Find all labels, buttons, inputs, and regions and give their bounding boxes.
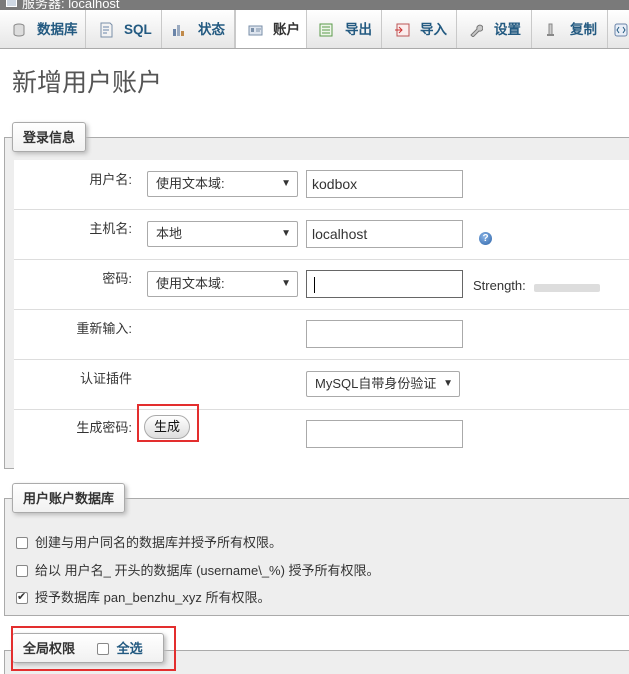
select-all-link[interactable]: 全选 [117, 641, 143, 656]
tab-export[interactable]: 导出 [307, 10, 382, 48]
option-label: 创建与用户同名的数据库并授予所有权限。 [35, 535, 283, 550]
user-database-fieldset: 创建与用户同名的数据库并授予所有权限。 给以 用户名_ 开头的数据库 (user… [4, 498, 629, 616]
retype-label: 重新输入: [76, 321, 132, 336]
username-input-value: kodbox [312, 176, 358, 192]
page-title: 新增用户账户 [12, 69, 163, 97]
auth-plugin-select-value: MySQL自带身份验证 [315, 376, 437, 391]
tab-sql[interactable]: SQL [86, 10, 162, 48]
tab-label: 复制 [570, 22, 597, 37]
code-icon [614, 23, 628, 37]
tab-label: SQL [124, 22, 152, 37]
tab-label: 导出 [345, 22, 372, 37]
export-icon [319, 23, 333, 37]
username-label: 用户名: [89, 172, 132, 187]
server-breadcrumb[interactable]: 服务器: localhost [22, 0, 120, 10]
tab-label: 数据库 [37, 22, 78, 37]
global-privileges-legend: 全局权限 全选 [12, 633, 164, 663]
tab-import[interactable]: 导入 [382, 10, 457, 48]
host-type-select[interactable]: 本地 ▼ [147, 221, 298, 247]
select-arrow-icon: ▼ [281, 178, 291, 189]
checkbox[interactable] [16, 537, 28, 549]
auth-plugin-label: 认证插件 [79, 371, 132, 386]
server-breadcrumb-bar: 服务器: localhost [0, 0, 629, 10]
create-database-option[interactable]: 创建与用户同名的数据库并授予所有权限。 [16, 532, 282, 551]
checkbox[interactable] [16, 565, 28, 577]
database-icon [13, 23, 25, 37]
tab-settings[interactable]: 设置 [457, 10, 532, 48]
server-icon [6, 0, 17, 7]
replication-icon [547, 23, 554, 36]
generated-password-input[interactable] [306, 420, 463, 448]
retype-password-input[interactable] [306, 320, 463, 348]
password-row: 密码: 使用文本域: ▼ Strength: [14, 260, 629, 310]
tab-more[interactable] [608, 10, 629, 48]
option-label: 给以 用户名_ 开头的数据库 (username\_%) 授予所有权限。 [35, 563, 380, 578]
option-label: 授予数据库 pan_benzhu_xyz 所有权限。 [35, 590, 271, 605]
generate-password-button[interactable]: 生成 [144, 415, 191, 439]
select-arrow-icon: ▼ [443, 378, 453, 389]
grant-database-option[interactable]: 授予数据库 pan_benzhu_xyz 所有权限。 [16, 587, 271, 606]
select-arrow-icon: ▼ [281, 228, 291, 239]
fieldset-bottom-spacer [14, 460, 629, 470]
tab-status[interactable]: 状态 [162, 10, 235, 48]
import-icon [395, 23, 410, 37]
host-input[interactable]: localhost [306, 220, 463, 248]
password-type-select-value: 使用文本域: [156, 276, 225, 291]
wrench-icon [470, 24, 483, 37]
username-type-select[interactable]: 使用文本域: ▼ [147, 171, 298, 197]
checkbox-checked[interactable] [16, 590, 28, 604]
select-all-checkbox[interactable] [96, 643, 109, 655]
tab-databases[interactable]: 数据库 [0, 10, 86, 48]
user-accounts-icon [248, 25, 263, 36]
retype-row: 重新输入: [14, 310, 629, 360]
generate-password-row: 生成密码: 生成 [14, 410, 629, 460]
main-tab-bar: 数据库 SQL 状态 账户 导出 导入 设置 复制 [0, 10, 629, 49]
login-information-legend: 登录信息 [12, 122, 87, 152]
wildcard-database-option[interactable]: 给以 用户名_ 开头的数据库 (username\_%) 授予所有权限。 [16, 560, 380, 579]
password-strength-label: Strength: [473, 278, 526, 293]
tab-replication[interactable]: 复制 [532, 10, 608, 48]
host-type-select-value: 本地 [156, 226, 183, 241]
password-label: 密码: [102, 271, 132, 286]
user-database-legend: 用户账户数据库 [12, 483, 126, 513]
global-privileges-title: 全局权限 [23, 641, 76, 656]
text-caret [314, 277, 315, 294]
host-label: 主机名: [89, 221, 132, 236]
tab-label: 状态 [198, 22, 225, 37]
generate-password-label: 生成密码: [76, 420, 132, 435]
auth-plugin-select[interactable]: MySQL自带身份验证 ▼ [306, 371, 460, 397]
username-type-select-value: 使用文本域: [156, 176, 225, 191]
username-row: 用户名: 使用文本域: ▼ kodbox [14, 160, 629, 210]
host-input-value: localhost [312, 226, 368, 242]
tab-label: 导入 [420, 22, 447, 37]
password-type-select[interactable]: 使用文本域: ▼ [147, 271, 298, 297]
help-icon[interactable]: ? [479, 232, 492, 245]
password-strength-meter [534, 284, 600, 292]
status-icon [173, 25, 184, 36]
auth-plugin-row: 认证插件 MySQL自带身份验证 ▼ [14, 360, 629, 410]
tab-label: 账户 [273, 22, 300, 37]
host-row: 主机名: 本地 ▼ localhost ? [14, 210, 629, 260]
sql-icon [100, 22, 113, 38]
tab-user-accounts[interactable]: 账户 [235, 10, 307, 48]
password-input[interactable] [306, 270, 463, 298]
select-arrow-icon: ▼ [281, 278, 291, 289]
tab-label: 设置 [494, 22, 521, 37]
login-information-fieldset: 用户名: 使用文本域: ▼ kodbox 主机名: 本地 ▼ localhost… [4, 137, 629, 470]
username-input[interactable]: kodbox [306, 170, 463, 198]
